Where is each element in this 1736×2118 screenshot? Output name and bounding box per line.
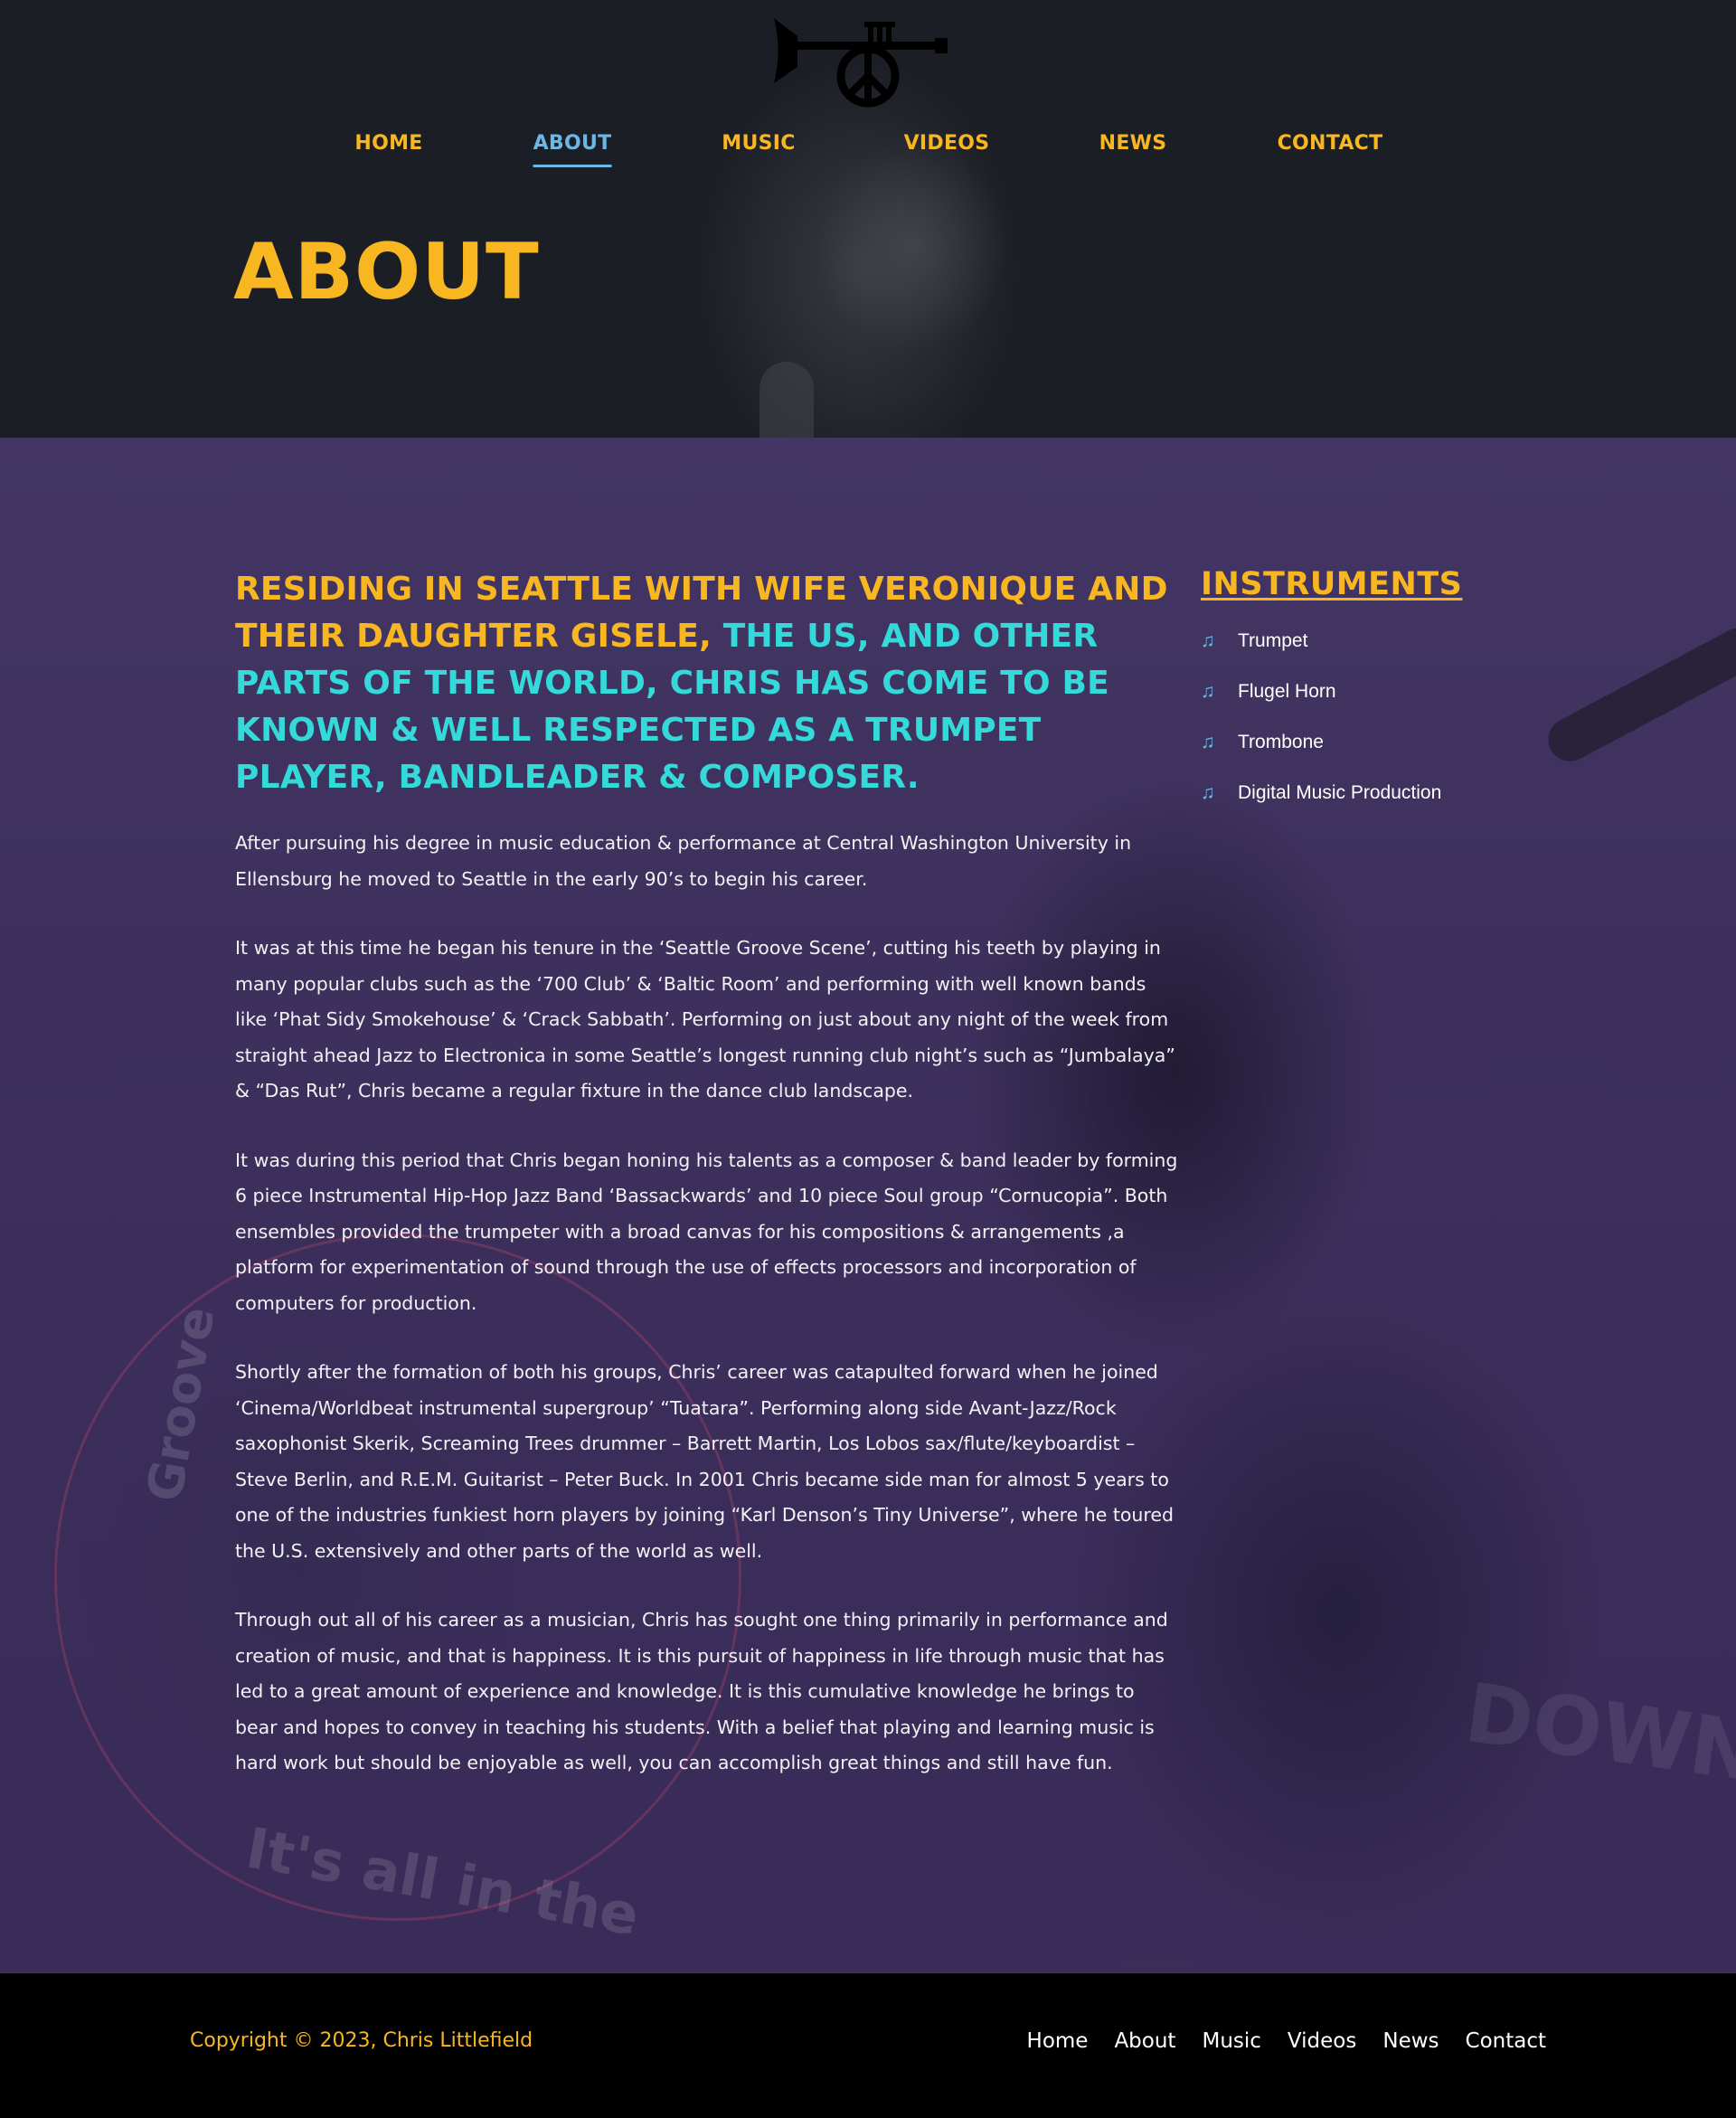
nav-home[interactable]: HOME (354, 132, 422, 168)
instrument-label: Trombone (1238, 732, 1324, 752)
nav-contact[interactable]: CONTACT (1278, 132, 1383, 168)
about-paragraph: It was at this time he began his tenure … (235, 937, 1175, 1102)
instrument-label: Trumpet (1238, 630, 1308, 651)
instruments-title: INSTRUMENTS (1201, 566, 1463, 602)
copyright-text: Copyright © 2023, Chris Littlefield (190, 2029, 533, 2052)
trumpet-peace-logo[interactable] (770, 13, 948, 110)
about-section: Groove It's all in the DOWN RESIDING IN … (0, 438, 1736, 1972)
about-paragraph: After pursuing his degree in music educa… (235, 832, 1132, 890)
about-headline: RESIDING IN SEATTLE WITH WIFE VERONIQUE … (235, 566, 1180, 801)
nav-about[interactable]: ABOUT (533, 132, 612, 168)
music-note-icon: ♫ (1201, 681, 1215, 702)
instruments-list: ♫ Trumpet ♫ Flugel Horn ♫ Trombone ♫ Dig… (1201, 616, 1499, 818)
background-microphone (1540, 619, 1736, 770)
about-content: RESIDING IN SEATTLE WITH WIFE VERONIQUE … (235, 566, 1180, 1782)
music-note-icon: ♫ (1201, 782, 1215, 803)
footer-nav: Home About Music Videos News Contact (1027, 2029, 1546, 2053)
about-paragraph: Through out all of his career as a music… (235, 1609, 1168, 1773)
page-title: ABOUT (233, 227, 540, 317)
footer-link-news[interactable]: News (1382, 2029, 1439, 2053)
footer-link-contact[interactable]: Contact (1466, 2029, 1546, 2053)
about-paragraph: Shortly after the formation of both his … (235, 1361, 1175, 1562)
list-item: ♫ Trumpet (1201, 616, 1499, 667)
main-nav: HOME ABOUT MUSIC VIDEOS NEWS CONTACT (0, 132, 1736, 168)
instrument-label: Digital Music Production (1238, 782, 1442, 803)
list-item: ♫ Digital Music Production (1201, 768, 1499, 818)
nav-music[interactable]: MUSIC (722, 132, 795, 168)
instrument-label: Flugel Horn (1238, 681, 1336, 702)
nav-news[interactable]: NEWS (1099, 132, 1167, 168)
nav-videos[interactable]: VIDEOS (904, 132, 990, 168)
music-note-icon: ♫ (1201, 732, 1215, 752)
hero-header: HOME ABOUT MUSIC VIDEOS NEWS CONTACT ABO… (0, 0, 1736, 438)
about-paragraph: It was during this period that Chris beg… (235, 1149, 1178, 1314)
footer-link-about[interactable]: About (1114, 2029, 1175, 2053)
list-item: ♫ Trombone (1201, 717, 1499, 768)
footer-link-home[interactable]: Home (1027, 2029, 1089, 2053)
hero-background-image (760, 362, 814, 438)
site-footer: Copyright © 2023, Chris Littlefield Home… (0, 1973, 1736, 2118)
instruments-sidebar: INSTRUMENTS ♫ Trumpet ♫ Flugel Horn ♫ Tr… (1201, 564, 1499, 818)
background-banner-text: DOWN (1459, 1665, 1736, 1801)
footer-link-videos[interactable]: Videos (1288, 2029, 1356, 2053)
footer-link-music[interactable]: Music (1202, 2029, 1260, 2053)
music-note-icon: ♫ (1201, 630, 1215, 651)
list-item: ♫ Flugel Horn (1201, 667, 1499, 717)
